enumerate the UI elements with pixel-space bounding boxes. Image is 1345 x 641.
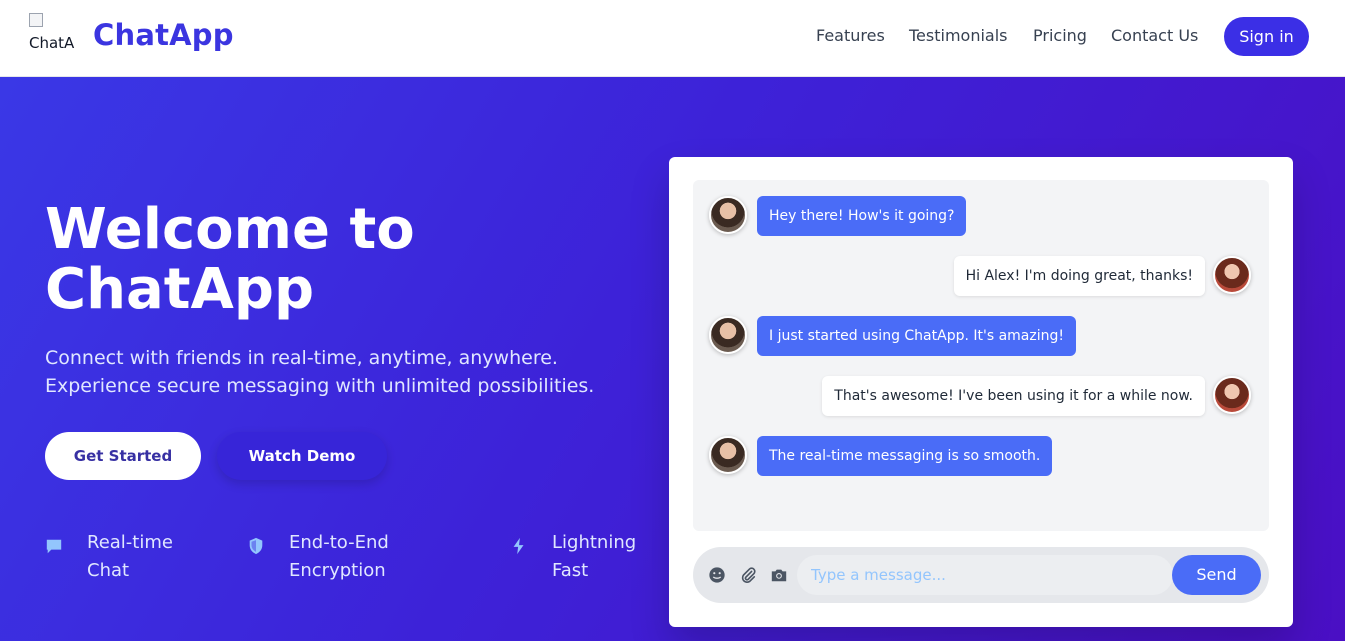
- broken-image-icon: [29, 13, 43, 27]
- nav-link-contact[interactable]: Contact Us: [1111, 26, 1198, 45]
- feature-label: End-to-End Encryption: [289, 532, 389, 581]
- logo-image[interactable]: ChatA: [29, 13, 77, 61]
- avatar-alex: [709, 316, 747, 354]
- nav-link-pricing[interactable]: Pricing: [1033, 26, 1087, 45]
- nav-link-features[interactable]: Features: [816, 26, 885, 45]
- message-bubble-outgoing: Hi Alex! I'm doing great, thanks!: [953, 256, 1205, 296]
- message-bubble-incoming: Hey there! How's it going?: [757, 196, 967, 236]
- hero-title: Welcome to ChatApp: [45, 197, 415, 322]
- message-bubble-incoming: I just started using ChatApp. It's amazi…: [757, 316, 1076, 356]
- feature-label: Lightning Fast: [552, 532, 637, 581]
- avatar-alex: [709, 436, 747, 474]
- smiley-icon[interactable]: [708, 566, 726, 584]
- paperclip-icon[interactable]: [739, 566, 757, 584]
- watch-demo-button[interactable]: Watch Demo: [217, 432, 387, 480]
- logo-alt-text: ChatA: [29, 34, 75, 52]
- avatar-alex: [709, 196, 747, 234]
- message-bubble-incoming: The real-time messaging is so smooth.: [757, 436, 1053, 476]
- message-input[interactable]: [797, 555, 1173, 595]
- avatar-user: [1213, 376, 1251, 414]
- camera-icon[interactable]: [770, 566, 788, 584]
- message-bubble-outgoing: That's awesome! I've been using it for a…: [822, 376, 1205, 416]
- chat-messages-area[interactable]: Hey there! How's it going? Hi Alex! I'm …: [693, 180, 1269, 531]
- nav-link-testimonials[interactable]: Testimonials: [909, 26, 1008, 45]
- avatar-user: [1213, 256, 1251, 294]
- chat-preview-card: Hey there! How's it going? Hi Alex! I'm …: [669, 157, 1293, 627]
- sign-in-button[interactable]: Sign in: [1224, 17, 1309, 56]
- chat-bubble-icon: [46, 539, 62, 554]
- message-compose-bar: Send: [693, 547, 1269, 603]
- hero-section: Welcome to ChatApp Connect with friends …: [0, 77, 1345, 641]
- shield-icon: [249, 537, 263, 555]
- hero-subtitle: Connect with friends in real-time, anyti…: [45, 347, 595, 397]
- top-navbar: ChatA ChatApp Features Testimonials Pric…: [0, 0, 1345, 77]
- brand-name[interactable]: ChatApp: [93, 18, 234, 52]
- send-button[interactable]: Send: [1172, 555, 1261, 595]
- get-started-button[interactable]: Get Started: [45, 432, 201, 480]
- feature-label: Real-time Chat: [87, 532, 173, 581]
- lightning-icon: [513, 537, 524, 555]
